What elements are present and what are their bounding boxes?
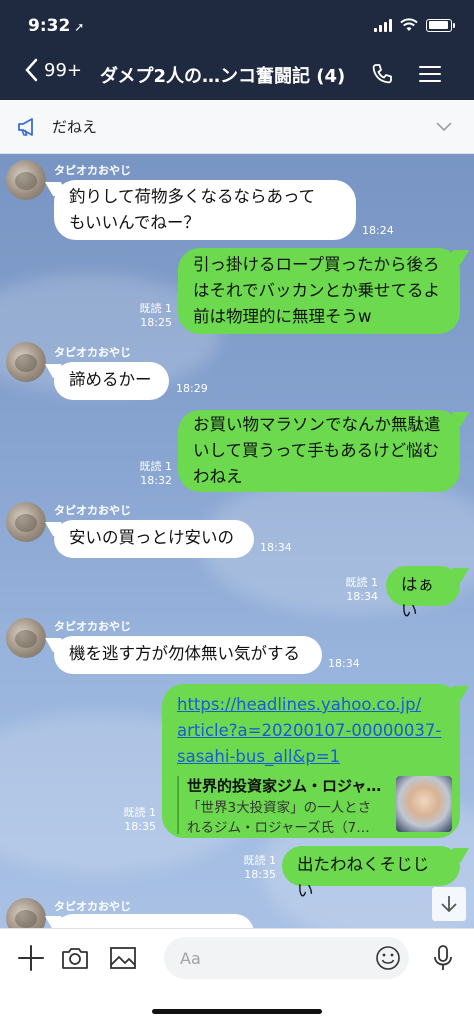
link-line[interactable]: sasahi-bus_all&p=1 — [177, 744, 445, 770]
message-time: 18:32 — [140, 474, 172, 487]
plus-icon[interactable] — [16, 943, 46, 973]
message-meta: 既読 1 18:25 — [132, 302, 173, 330]
message-meta: 既読 1 18:35 — [236, 854, 277, 882]
message-line: いして買うって手もあるけど悩む — [193, 441, 440, 460]
unread-count: 99+ — [44, 59, 82, 81]
read-receipt: 既読 1 — [243, 854, 277, 867]
message-bubble[interactable]: お買い物マラソンでなんか無駄遣 いして買うって手もあるけど悩む わねえ — [178, 410, 460, 492]
emoji-icon[interactable] — [375, 945, 401, 971]
read-receipt: 既読 1 — [139, 302, 173, 315]
message-line: 引っ掛けるロープ買ったから後ろ — [193, 255, 440, 274]
input-bar — [0, 928, 474, 1024]
preview-line: れるジム・ロジャーズ氏（7… — [187, 820, 370, 836]
home-indicator — [152, 1009, 322, 1014]
message-bubble[interactable]: 出たわねくそじじい — [282, 846, 460, 900]
link-message-bubble[interactable]: https://headlines.yahoo.co.jp/ article?a… — [162, 684, 460, 838]
read-receipt: 既読 1 — [345, 576, 379, 589]
preview-title: 世界的投資家ジム・ロジャ… — [187, 777, 382, 795]
message-bubble[interactable]: 機を逃す方が勿体無い気がする — [54, 636, 322, 674]
sender-name: タピオカおやじ — [54, 346, 131, 359]
menu-icon[interactable] — [418, 62, 442, 86]
wifi-icon — [400, 18, 418, 31]
cellular-signal-icon — [374, 18, 392, 32]
location-arrow-icon: ➚ — [74, 20, 85, 34]
chevron-down-icon[interactable] — [436, 118, 452, 134]
phone-icon[interactable] — [370, 62, 394, 86]
chat-area[interactable]: タピオカおやじ 釣りして荷物多くなるならあって もいいんでねー？ 18:24 引… — [0, 154, 474, 928]
avatar[interactable] — [6, 898, 46, 928]
arrow-down-icon — [441, 896, 457, 913]
sender-name: タピオカおやじ — [54, 900, 131, 913]
status-time: 9:32 ➚ — [28, 16, 84, 36]
announcement-text: だねえ — [52, 118, 98, 136]
preview-line: 「世界3大投資家」の一人とさ — [187, 800, 372, 816]
preview-thumbnail — [396, 776, 452, 832]
message-line: わねえ — [193, 467, 243, 486]
read-receipt: 既読 1 — [123, 806, 157, 819]
message-line: 機を逃す方が勿体無い気がする — [69, 644, 300, 663]
message-time: 18:25 — [140, 316, 172, 329]
top-bar: 9:32 ➚ 99+ ダメプ2人の…ンコ奮闘記 (4) — [0, 0, 474, 100]
message-bubble[interactable]: 引っ掛けるロープ買ったから後ろ はそれでバッカンとか乗せてるよ 前は物理的に無理… — [178, 248, 460, 334]
message-input[interactable] — [164, 937, 409, 979]
message-line: お買い物マラソンでなんか無駄遣 — [193, 415, 441, 434]
clock: 9:32 — [28, 16, 71, 36]
message-time: 18:34 — [328, 657, 360, 670]
chat-title: ダメプ2人の…ンコ奮闘記 (4) — [100, 66, 346, 87]
message-link[interactable]: https://headlines.yahoo.co.jp/ article?a… — [177, 692, 445, 770]
announcement-bar[interactable]: だねえ — [0, 100, 474, 154]
link-preview[interactable]: 世界的投資家ジム・ロジャ… 「世界3大投資家」の一人とさ れるジム・ロジャーズ氏… — [177, 776, 452, 836]
back-button[interactable]: 99+ — [24, 58, 82, 82]
read-receipt: 既読 1 — [139, 460, 173, 473]
message-line: はぁい — [401, 575, 434, 620]
avatar[interactable] — [6, 160, 46, 200]
message-line: 前は物理的に無理そうw — [193, 307, 372, 326]
sender-name: タピオカおやじ — [54, 504, 131, 517]
message-meta: 既読 1 18:35 — [116, 806, 157, 834]
message-time: 18:29 — [176, 382, 208, 395]
link-line[interactable]: article?a=20200107-00000037- — [177, 718, 445, 744]
message-time: 18:34 — [346, 590, 378, 603]
preview-description: 「世界3大投資家」の一人とさ れるジム・ロジャーズ氏（7… — [187, 798, 392, 838]
sender-name: タピオカおやじ — [54, 164, 131, 177]
message-time: 18:24 — [362, 224, 394, 237]
microphone-icon[interactable] — [428, 943, 458, 973]
message-bubble[interactable]: はぁい — [386, 566, 460, 620]
message-line: はそれでバッカンとか乗せてるよ — [193, 281, 441, 300]
message-time: 18:34 — [260, 541, 292, 554]
scroll-to-bottom-button[interactable] — [432, 887, 466, 921]
link-line[interactable]: https://headlines.yahoo.co.jp/ — [177, 692, 445, 718]
avatar[interactable] — [6, 342, 46, 382]
message-bubble[interactable]: 諦めるかー — [54, 362, 169, 400]
image-icon[interactable] — [108, 943, 138, 973]
message-meta: 既読 1 18:32 — [132, 460, 173, 488]
message-line: 諦めるかー — [69, 370, 152, 389]
battery-icon — [426, 18, 455, 32]
sender-name: タピオカおやじ — [54, 620, 131, 633]
message-time: 18:35 — [124, 820, 156, 833]
camera-icon[interactable] — [60, 943, 90, 973]
avatar[interactable] — [6, 502, 46, 542]
message-meta: 既読 1 18:34 — [338, 576, 379, 604]
status-icons — [374, 18, 455, 32]
megaphone-icon — [18, 117, 33, 136]
message-line: 出たわねくそじじい — [297, 855, 429, 900]
message-line: もいいんでねー？ — [69, 213, 200, 232]
message-bubble[interactable] — [54, 914, 254, 928]
message-time: 18:35 — [244, 868, 276, 881]
chevron-left-icon — [25, 58, 38, 82]
message-line: 安いの買っとけ安いの — [69, 528, 234, 547]
message-bubble[interactable]: 安いの買っとけ安いの — [54, 520, 254, 558]
message-line: 釣りして荷物多くなるならあって — [69, 187, 316, 206]
avatar[interactable] — [6, 618, 46, 658]
message-bubble[interactable]: 釣りして荷物多くなるならあって もいいんでねー？ — [54, 180, 356, 240]
